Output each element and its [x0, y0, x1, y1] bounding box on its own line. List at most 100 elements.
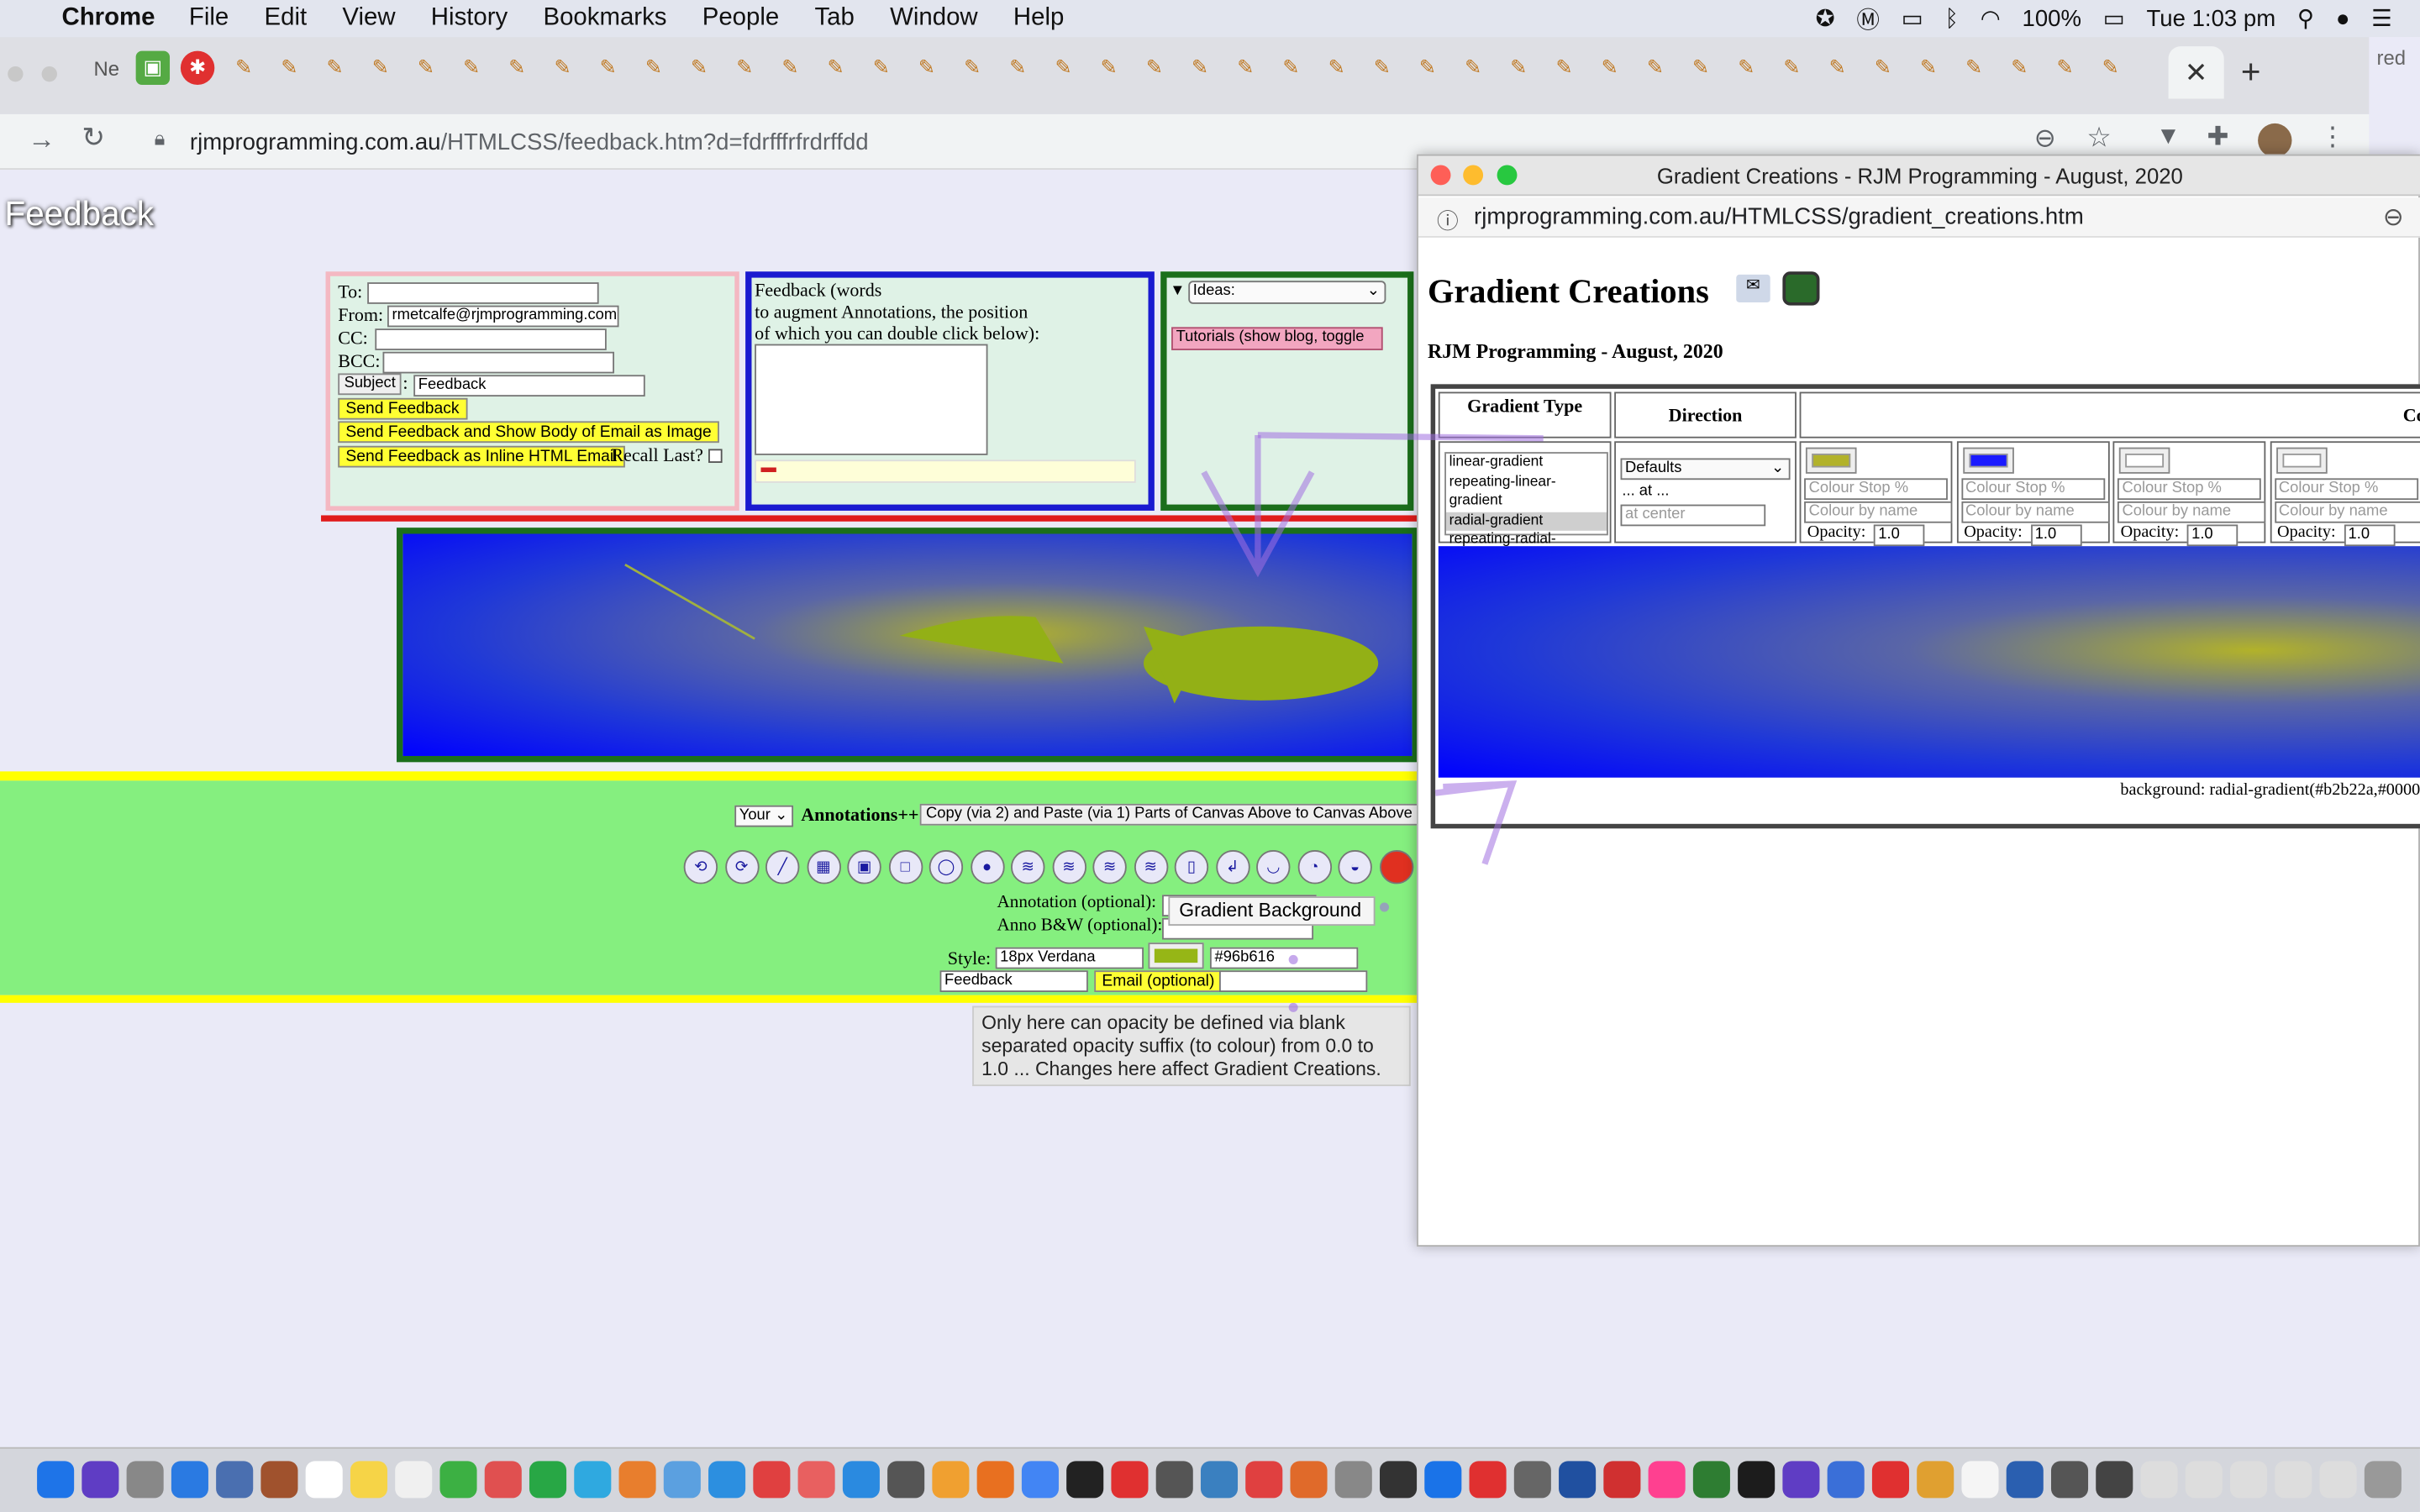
dock-app-icon[interactable] [2230, 1461, 2268, 1499]
tab-favicon[interactable]: ✎ [1592, 51, 1626, 85]
dock-app-icon[interactable] [1066, 1461, 1104, 1499]
feedback-textarea[interactable] [755, 344, 988, 455]
dock-app-icon[interactable] [887, 1461, 925, 1499]
dock-app-icon[interactable] [1692, 1461, 1730, 1499]
clock[interactable]: Tue 1:03 pm [2147, 5, 2276, 31]
dock-app-icon[interactable] [753, 1461, 791, 1499]
annotation-tool-icon[interactable]: ≋ [1134, 850, 1168, 885]
extension-icon[interactable]: ▼ [2156, 123, 2181, 151]
annotation-tool-icon[interactable]: ● [970, 850, 1004, 885]
status-m-icon[interactable]: Ⓜ [1856, 3, 1880, 35]
dock-app-icon[interactable] [1155, 1461, 1193, 1499]
menu-bookmarks[interactable]: Bookmarks [543, 5, 666, 33]
dock-app-icon[interactable] [2364, 1461, 2402, 1499]
tab-favicon[interactable]: ✎ [1274, 51, 1307, 85]
tab-favicon[interactable]: ✎ [865, 51, 898, 85]
info-icon[interactable]: ⓘ [1437, 205, 1459, 236]
menu-edit[interactable]: Edit [265, 5, 308, 33]
profile-avatar[interactable] [2258, 123, 2292, 158]
dock-app-icon[interactable] [1290, 1461, 1328, 1499]
tab-favicon[interactable]: ✎ [227, 51, 260, 85]
annotation-tool-icon[interactable]: ≋ [1092, 850, 1127, 885]
annotation-tool-icon[interactable]: ◯ [929, 850, 964, 885]
bcc-input[interactable] [382, 351, 615, 374]
zoom-icon[interactable]: ⊖ [2034, 123, 2056, 155]
tab-favicon[interactable]: ✎ [1411, 51, 1444, 85]
tab-favicon[interactable]: ✎ [1502, 51, 1535, 85]
text-input[interactable]: Feedback [939, 970, 1088, 992]
tab-favicon[interactable]: ✎ [2002, 51, 2036, 85]
new-tab-button[interactable]: + [2241, 52, 2261, 92]
dock-app-icon[interactable] [2050, 1461, 2089, 1499]
annotation-strip[interactable] [755, 459, 1136, 483]
colour-stop-input[interactable]: Colour Stop % [2274, 478, 2418, 501]
tab-favicon[interactable]: ✎ [728, 51, 761, 85]
menu-app-name[interactable]: Chrome [61, 5, 155, 33]
dock-app-icon[interactable] [395, 1461, 433, 1499]
dock-app-icon[interactable] [529, 1461, 567, 1499]
colour-name-input[interactable]: Colour by name [1804, 501, 1953, 523]
dock-app-icon[interactable] [574, 1461, 612, 1499]
annotation-tool-icon[interactable]: ▣ [847, 850, 881, 885]
tab-favicon[interactable]: ✎ [773, 51, 807, 85]
annotation-tool-icon[interactable]: ≋ [1011, 850, 1045, 885]
dock-app-icon[interactable] [126, 1461, 164, 1499]
tab-favicon[interactable]: ✎ [1684, 51, 1718, 85]
tab-favicon[interactable]: ✎ [1820, 51, 1854, 85]
dock-app-icon[interactable] [1603, 1461, 1641, 1499]
dock-app-icon[interactable] [1245, 1461, 1283, 1499]
computer-icon[interactable] [1782, 271, 1820, 306]
dock-app-icon[interactable] [1513, 1461, 1551, 1499]
siri-icon[interactable]: ● [2336, 5, 2350, 31]
dock-app-icon[interactable] [350, 1461, 388, 1499]
colour-stop-input[interactable]: Colour Stop % [2117, 478, 2261, 501]
annotation-tool-icon[interactable]: ⟳ [724, 850, 759, 885]
dock-app-icon[interactable] [1961, 1461, 1999, 1499]
tab-favicon[interactable]: ✎ [1456, 51, 1490, 85]
puzzle-icon[interactable]: ✚ [2207, 122, 2228, 153]
style-input[interactable]: 18px Verdana [995, 947, 1144, 969]
opacity-input[interactable]: 1.0 [2030, 524, 2081, 547]
bluetooth-icon[interactable]: ᛒ [1945, 5, 1960, 31]
dock-app-icon[interactable] [1111, 1461, 1149, 1499]
menu-view[interactable]: View [342, 5, 395, 33]
tab-favicon[interactable]: ✎ [500, 51, 534, 85]
colour-swatch[interactable] [1805, 447, 1857, 474]
dock-app-icon[interactable] [2096, 1461, 2133, 1499]
tab-favicon[interactable]: ✎ [409, 51, 443, 85]
tab-favicon-red[interactable]: ✱ [180, 50, 215, 86]
annotation-tool-icon[interactable]: ≋ [1051, 850, 1086, 885]
dock-app-icon[interactable] [171, 1461, 208, 1499]
colour-name-input[interactable]: Colour by name [1960, 501, 2109, 523]
dock-app-icon[interactable] [1380, 1461, 1418, 1499]
send-image-button[interactable]: Send Feedback and Show Body of Email as … [338, 421, 719, 444]
dock-app-icon[interactable] [2140, 1461, 2178, 1499]
tab-favicon[interactable]: ✎ [1912, 51, 1945, 85]
tab-favicon[interactable]: ✎ [637, 51, 671, 85]
dock-app-icon[interactable] [2319, 1461, 2357, 1499]
battery-percent[interactable]: 100% [2023, 5, 2081, 31]
opacity-input[interactable]: 1.0 [1873, 524, 1925, 547]
tab-favicon[interactable]: ✎ [1365, 51, 1399, 85]
your-select[interactable]: Your ⌄ [734, 805, 794, 827]
from-input[interactable]: rmetcalfe@rjmprogramming.com.a [387, 305, 619, 328]
menu-help[interactable]: Help [1013, 5, 1064, 33]
colour-name-input[interactable]: Colour by name [2117, 501, 2266, 523]
dock-app-icon[interactable] [2185, 1461, 2223, 1499]
tab-favicon[interactable]: ✎ [2048, 51, 2081, 85]
dock-app-icon[interactable] [1469, 1461, 1507, 1499]
dock-app-icon[interactable] [1738, 1461, 1776, 1499]
dock-app-icon[interactable] [1782, 1461, 1820, 1499]
cc-input[interactable] [375, 328, 607, 350]
opacity-input[interactable]: 1.0 [2186, 524, 2238, 547]
popup-title-bar[interactable]: Gradient Creations - RJM Programming - A… [1418, 155, 2420, 197]
subject-input[interactable]: Feedback [413, 375, 645, 397]
popup-close-button[interactable] [1430, 165, 1451, 186]
dock-app-icon[interactable] [1334, 1461, 1372, 1499]
spotlight-icon[interactable]: ⚲ [2297, 5, 2314, 32]
dock-app-icon[interactable] [216, 1461, 254, 1499]
ideas-select[interactable]: Ideas: ⌄ [1188, 281, 1386, 304]
colour-swatch[interactable] [2118, 447, 2170, 474]
colour-swatch[interactable] [2275, 447, 2327, 474]
tab-favicon[interactable]: ✎ [545, 51, 579, 85]
